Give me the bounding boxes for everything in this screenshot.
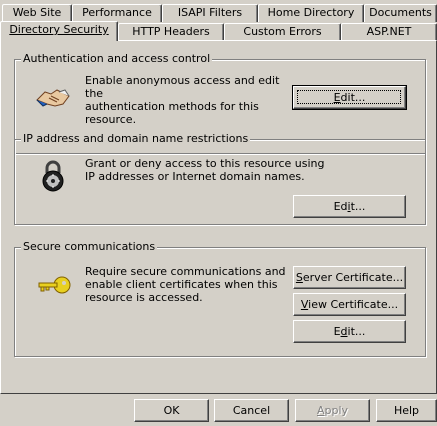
tab-performance[interactable]: Performance — [72, 4, 162, 22]
button-label: Cancel — [232, 404, 271, 417]
tab-label: ASP.NET — [366, 25, 412, 38]
tab-directory-security[interactable]: Directory Security — [0, 21, 118, 41]
tab-asp-net[interactable]: ASP.NET — [341, 23, 437, 41]
tab-label: Custom Errors — [243, 25, 322, 38]
button-label: pply — [324, 404, 349, 417]
handshake-icon — [36, 89, 70, 107]
view-certificate-button[interactable]: View Certificate... — [293, 293, 406, 316]
auth-edit-button[interactable]: Edit... — [292, 85, 407, 110]
tab-custom-errors[interactable]: Custom Errors — [224, 23, 341, 41]
desc-line: IP addresses or Internet domain names. — [85, 170, 305, 183]
directory-security-panel: Authentication and access control Enable… — [0, 40, 437, 394]
ip-description: Grant or deny access to this resource us… — [85, 157, 325, 183]
key-icon — [38, 276, 71, 294]
ok-button[interactable]: OK — [134, 399, 209, 422]
auth-group-title: Authentication and access control — [21, 52, 213, 65]
desc-line: resource is accessed. — [85, 291, 203, 304]
help-button[interactable]: Help — [376, 399, 437, 422]
tab-web-site[interactable]: Web Site — [2, 4, 72, 22]
secure-group-title: Secure communications — [21, 240, 158, 253]
button-label: it... — [347, 325, 366, 338]
accel-key: d — [340, 325, 348, 338]
tab-documents[interactable]: Documents — [364, 4, 437, 22]
tab-label: Documents — [369, 6, 432, 19]
tab-label: Directory Security — [9, 23, 109, 36]
secure-description: Require secure communications and enable… — [85, 265, 295, 304]
desc-line: Grant or deny access to this resource us… — [85, 157, 325, 170]
desc-line: Require secure communications and — [85, 265, 286, 278]
ip-group-title: IP address and domain name restrictions — [21, 132, 251, 145]
button-label: iew Certificate... — [308, 298, 399, 311]
desc-line: Enable anonymous access and edit the — [85, 74, 280, 100]
server-certificate-button[interactable]: Server Certificate... — [293, 266, 406, 289]
accel-key: A — [316, 404, 325, 417]
padlock-icon — [42, 160, 64, 192]
tab-http-headers[interactable]: HTTP Headers — [118, 23, 224, 41]
tab-label: Home Directory — [267, 6, 355, 19]
cancel-button[interactable]: Cancel — [214, 399, 289, 422]
button-label: Help — [393, 404, 420, 417]
tab-label: Performance — [82, 6, 152, 19]
desc-line: enable client certificates when this — [85, 278, 278, 291]
auth-description: Enable anonymous access and edit the aut… — [85, 74, 295, 126]
tab-label: ISAPI Filters — [177, 6, 243, 19]
tab-label: Web Site — [12, 6, 62, 19]
button-label: dit... — [340, 91, 366, 104]
desc-line: authentication methods for this resource… — [85, 100, 259, 126]
tab-isapi-filters[interactable]: ISAPI Filters — [162, 4, 258, 22]
button-label: t... — [350, 200, 366, 213]
accel-key: S — [295, 271, 303, 284]
tab-label: HTTP Headers — [132, 25, 210, 38]
button-label: erver Certificate... — [302, 271, 404, 284]
button-label: OK — [163, 404, 180, 417]
ip-group: IP address and domain name restrictions … — [14, 132, 426, 225]
secure-edit-button[interactable]: Edit... — [293, 320, 406, 343]
ip-edit-button[interactable]: Edit... — [293, 195, 406, 218]
secure-group: Secure communications Require secure com… — [14, 240, 426, 357]
tab-home-directory[interactable]: Home Directory — [258, 4, 364, 22]
apply-button[interactable]: Apply — [295, 399, 370, 422]
button-label: Ed — [333, 200, 348, 213]
button-label: E — [333, 325, 341, 338]
accel-key: E — [333, 91, 341, 104]
